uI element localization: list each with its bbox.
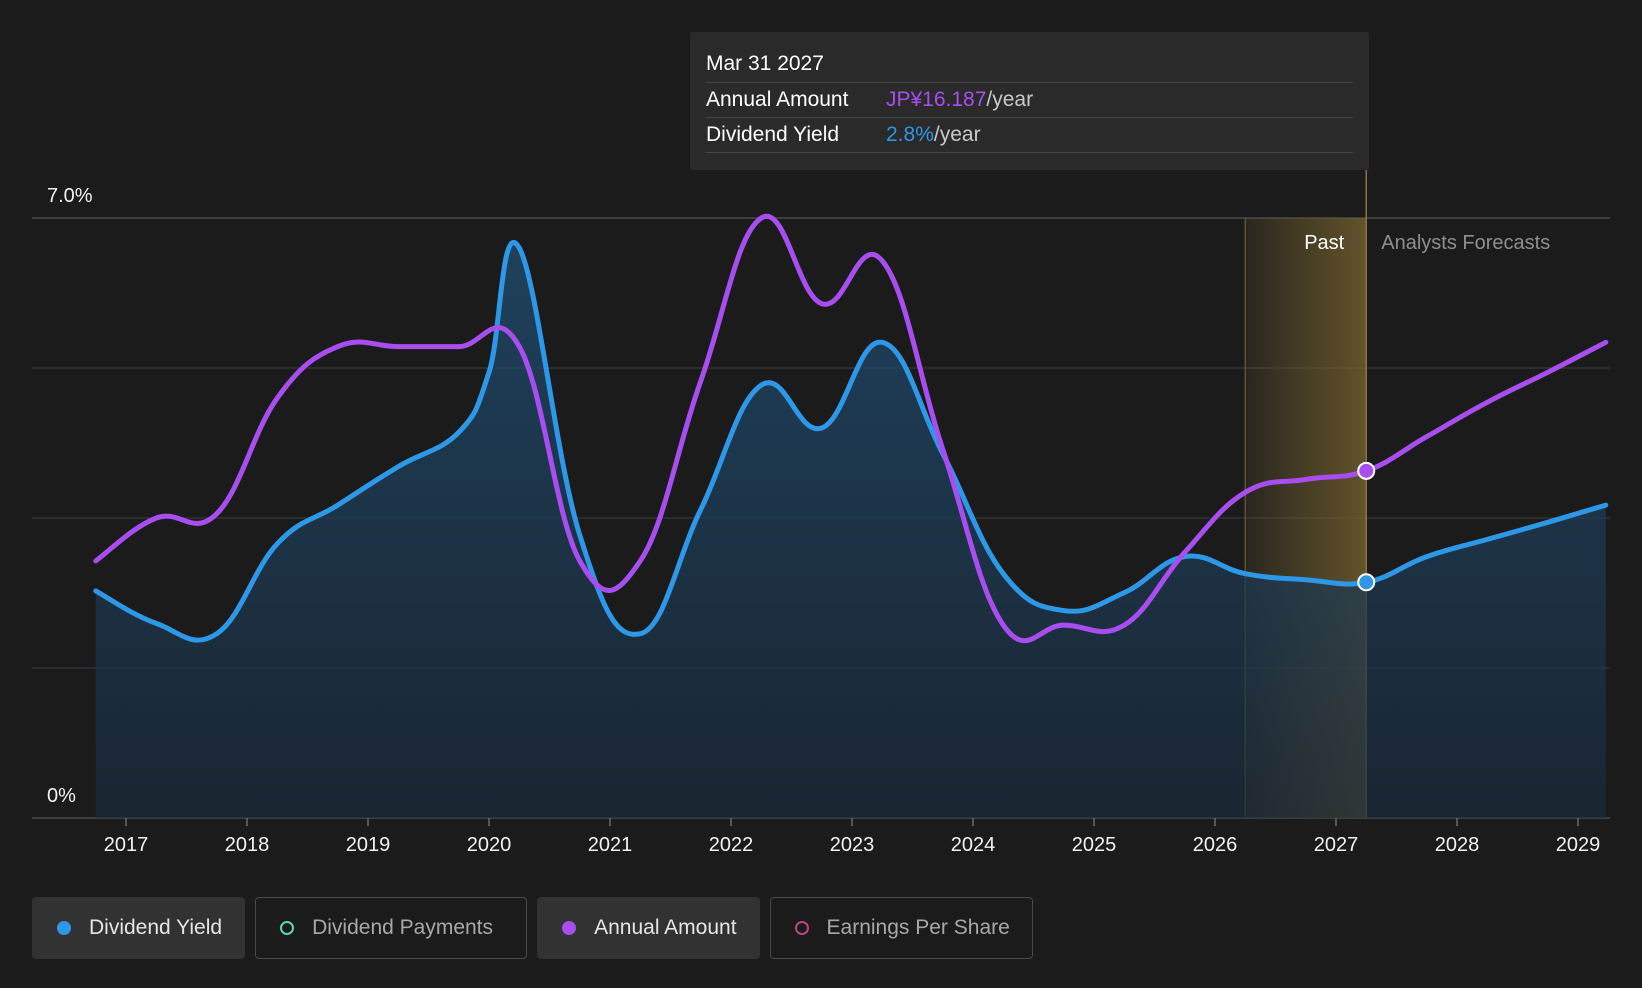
legend-ring-icon: [280, 921, 295, 935]
tooltip-label: Annual Amount: [706, 88, 849, 111]
x-tick-label: 2029: [1556, 834, 1601, 856]
tooltip-unit: /year: [986, 88, 1034, 111]
x-tick-label: 2025: [1072, 834, 1117, 856]
past-label: Past: [1304, 232, 1344, 254]
x-tick-label: 2018: [225, 834, 270, 856]
legend-label: Earnings Per Share: [826, 916, 1010, 939]
tooltip-value: JP¥16.187: [886, 88, 987, 111]
x-tick-label: 2027: [1314, 834, 1359, 856]
legend-dividend-payments-button[interactable]: Dividend Payments: [255, 897, 528, 959]
y-axis-zero-label: 0%: [47, 785, 76, 807]
legend-label: Dividend Yield: [89, 916, 223, 939]
tooltip-date: Mar 31 2027: [706, 46, 1353, 83]
legend-dividend-yield-button[interactable]: Dividend Yield: [32, 897, 246, 959]
legend-label: Dividend Payments: [312, 916, 494, 939]
tooltip-row-dividend-yield: Dividend Yield 2.8%/year: [706, 118, 1353, 153]
legend-dot-icon: [57, 921, 71, 935]
x-tick-label: 2023: [830, 834, 875, 856]
x-tick-label: 2021: [588, 834, 633, 856]
legend-dot-icon: [562, 921, 577, 935]
annual-amount-marker: [1357, 461, 1376, 480]
chart-legend: Dividend Yield Dividend Payments Annual …: [32, 897, 1033, 959]
x-tick-label: 2024: [951, 834, 996, 856]
tooltip-label: Dividend Yield: [706, 123, 840, 146]
forecast-label: Analysts Forecasts: [1381, 232, 1550, 254]
tooltip-row-annual-amount: Annual Amount JP¥16.187/year: [706, 83, 1353, 118]
dividend-yield-marker: [1357, 573, 1376, 592]
tooltip-value: 2.8%: [886, 123, 934, 146]
dividend-yield-area: [95, 242, 1606, 818]
legend-earnings-per-share-button[interactable]: Earnings Per Share: [769, 897, 1033, 959]
x-tick-label: 2020: [467, 834, 512, 856]
x-tick-label: 2017: [104, 834, 149, 856]
area-fill-layer: [95, 242, 1606, 818]
legend-ring-icon: [794, 921, 809, 935]
x-tick-label: 2022: [709, 834, 754, 856]
x-tick-label: 2028: [1435, 834, 1480, 856]
legend-label: Annual Amount: [594, 916, 737, 939]
x-tick-label: 2026: [1193, 834, 1238, 856]
legend-annual-amount-button[interactable]: Annual Amount: [537, 897, 760, 959]
x-tick-label: 2019: [346, 834, 391, 856]
chart-tooltip: Mar 31 2027 Annual Amount JP¥16.187/year…: [690, 32, 1369, 170]
tooltip-unit: /year: [933, 123, 981, 146]
y-axis-max-label: 7.0%: [47, 185, 93, 207]
